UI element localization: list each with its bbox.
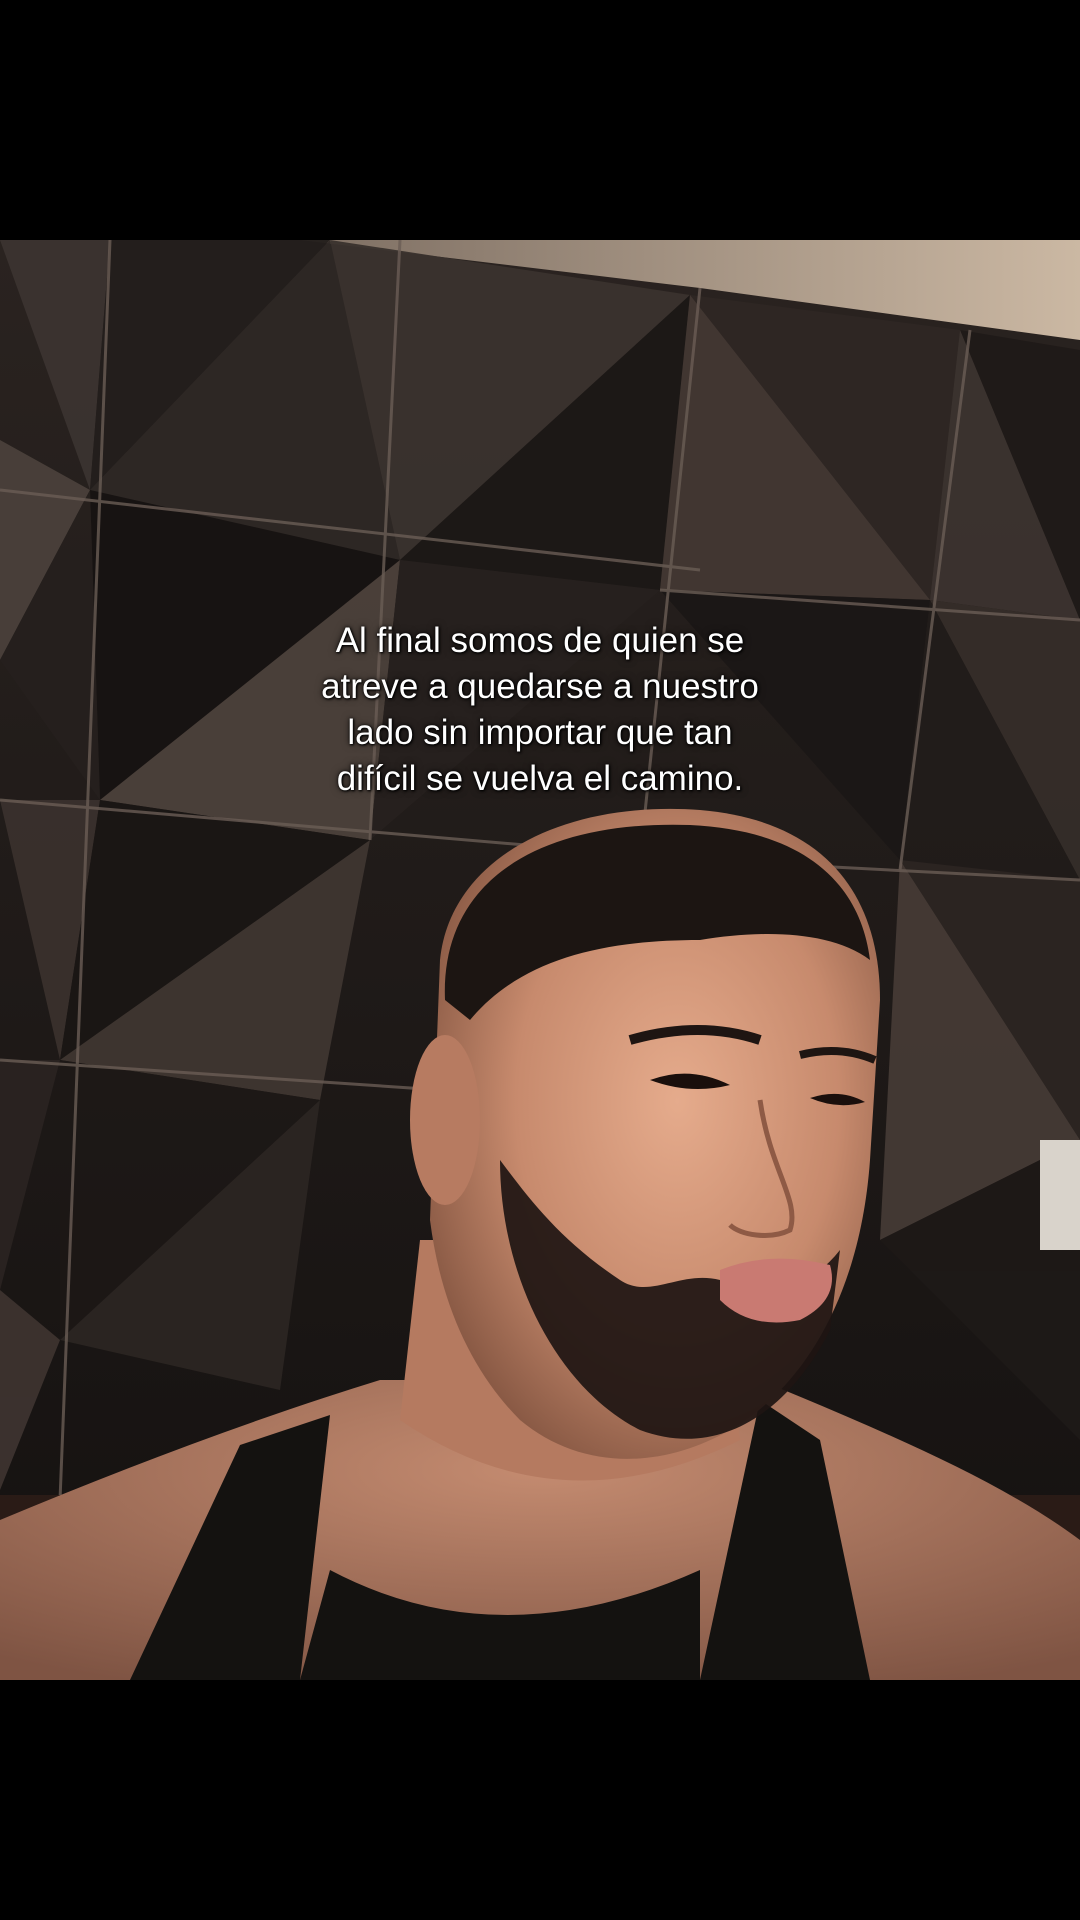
top-letterbox	[0, 0, 1080, 240]
caption-line-3: lado sin importar que tan	[347, 713, 733, 752]
video-frame[interactable]: Al final somos de quien se atreve a qued…	[0, 240, 1080, 1680]
caption-line-1: Al final somos de quien se	[335, 621, 745, 660]
video-scene	[0, 240, 1080, 1680]
video-caption: Al final somos de quien se atreve a qued…	[240, 618, 840, 802]
caption-line-4: difícil se vuelva el camino.	[336, 759, 744, 798]
wall-outlet	[1040, 1140, 1080, 1250]
bottom-letterbox	[0, 1680, 1080, 1920]
caption-line-2: atreve a quedarse a nuestro	[321, 667, 759, 706]
ear	[410, 1035, 480, 1205]
